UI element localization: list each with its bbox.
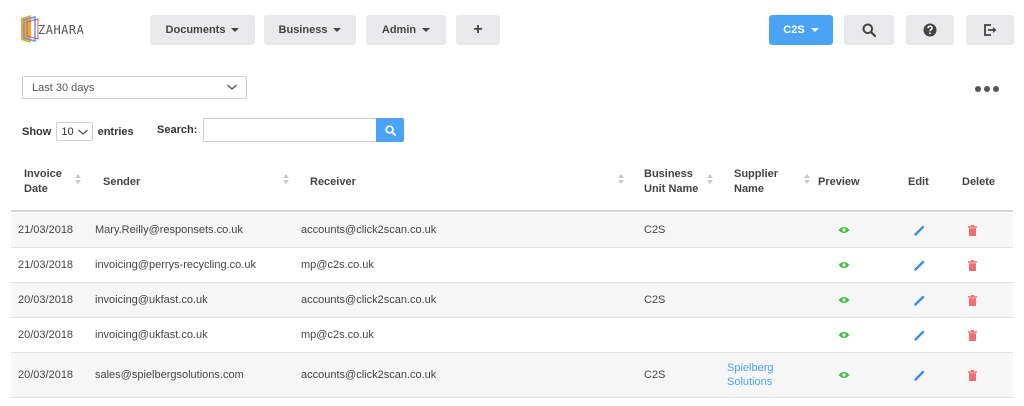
sender-cell: invoicing@ukfast.co.uk — [95, 329, 208, 341]
receiver-cell: mp@c2s.co.uk — [301, 329, 374, 341]
preview-eye-icon[interactable] — [838, 248, 850, 282]
invoice-date-cell: 21/03/2018 — [18, 224, 74, 236]
chevron-down-icon — [77, 129, 88, 135]
search-input[interactable] — [203, 118, 377, 142]
delete-trash-icon[interactable] — [968, 283, 977, 317]
search-button[interactable] — [376, 118, 404, 142]
column-header-delete: Delete — [962, 175, 996, 188]
entries-select[interactable]: 10 — [56, 122, 93, 141]
documents-menu-label: Documents — [165, 24, 226, 36]
admin-menu-label: Admin — [381, 24, 417, 36]
admin-menu-button[interactable]: Admin — [366, 15, 446, 45]
search-nav-button[interactable] — [844, 15, 894, 45]
receiver-cell: mp@c2s.co.uk — [301, 259, 374, 271]
table-row[interactable]: 21/03/2018 Mary.Reilly@responsets.co.uk … — [11, 213, 1013, 248]
add-button[interactable]: + — [456, 15, 500, 45]
logo-mark-icon — [21, 15, 39, 43]
business-unit-cell: C2S — [644, 224, 666, 236]
sender-cell: Mary.Reilly@responsets.co.uk — [95, 224, 243, 236]
zahara-logo[interactable]: ZAHARA — [18, 14, 98, 48]
search-label: Search: — [157, 124, 198, 136]
business-menu-button[interactable]: Business — [264, 15, 356, 45]
delete-trash-icon[interactable] — [968, 213, 977, 247]
column-header-receiver[interactable]: Receiver — [310, 152, 410, 212]
edit-pencil-icon[interactable] — [914, 283, 925, 317]
search-icon — [862, 23, 876, 37]
top-navbar: ZAHARA Documents Business Admin + C2S — [0, 0, 1024, 62]
receiver-cell: accounts@click2scan.co.uk — [301, 224, 437, 236]
delete-trash-icon[interactable] — [968, 248, 977, 282]
documents-menu-button[interactable]: Documents — [150, 15, 255, 45]
receiver-cell: accounts@click2scan.co.uk — [301, 294, 437, 306]
sender-cell: invoicing@perrys-recycling.co.uk — [95, 259, 256, 271]
column-header-business-unit[interactable]: Business Unit Name — [644, 152, 699, 212]
delete-trash-icon[interactable] — [968, 353, 977, 397]
caret-down-icon — [422, 28, 431, 32]
column-header-preview: Preview — [818, 175, 860, 188]
edit-pencil-icon[interactable] — [914, 213, 925, 247]
question-circle-icon — [923, 23, 937, 37]
plus-icon: + — [473, 21, 483, 38]
table-row[interactable]: 20/03/2018 sales@spielbergsolutions.com … — [11, 353, 1013, 398]
show-label: Show — [22, 125, 52, 138]
invoice-date-cell: 21/03/2018 — [18, 259, 74, 271]
preview-eye-icon[interactable] — [838, 353, 850, 397]
column-header-edit: Edit — [908, 175, 929, 188]
preview-eye-icon[interactable] — [838, 318, 850, 352]
column-header-supplier[interactable]: Supplier Name — [734, 152, 789, 212]
page-length-control: Show 10 entries — [22, 122, 134, 141]
company-selector-label: C2S — [783, 24, 805, 36]
caret-down-icon — [333, 28, 342, 32]
business-menu-label: Business — [278, 24, 328, 36]
table-row[interactable]: 20/03/2018 invoicing@ukfast.co.uk mp@c2s… — [11, 318, 1013, 353]
supplier-cell[interactable]: Spielberg Solutions — [727, 353, 797, 397]
logout-button[interactable] — [966, 15, 1014, 45]
business-unit-cell: C2S — [644, 369, 666, 381]
company-selector-button[interactable]: C2S — [769, 15, 833, 45]
entries-select-value: 10 — [61, 125, 74, 138]
search-icon — [384, 124, 396, 136]
sender-cell: sales@spielbergsolutions.com — [95, 369, 244, 381]
supplier-cell[interactable] — [727, 318, 797, 352]
invoice-date-cell: 20/03/2018 — [18, 369, 74, 381]
more-options-icon[interactable] — [975, 86, 999, 92]
date-range-select[interactable]: Last 30 days — [22, 76, 247, 99]
logo-text: ZAHARA — [38, 23, 85, 37]
supplier-cell[interactable] — [727, 213, 797, 247]
edit-pencil-icon[interactable] — [914, 318, 925, 352]
table-header: Invoice Date Sender Receiver Business Un… — [11, 152, 1013, 212]
caret-down-icon — [810, 28, 819, 32]
preview-eye-icon[interactable] — [838, 213, 850, 247]
sender-cell: invoicing@ukfast.co.uk — [95, 294, 208, 306]
entries-label: entries — [97, 125, 134, 138]
edit-pencil-icon[interactable] — [914, 353, 925, 397]
table-row[interactable]: 20/03/2018 invoicing@ukfast.co.uk accoun… — [11, 283, 1013, 318]
delete-trash-icon[interactable] — [968, 318, 977, 352]
supplier-cell[interactable] — [727, 248, 797, 282]
invoice-date-cell: 20/03/2018 — [18, 294, 74, 306]
business-unit-cell: C2S — [644, 294, 666, 306]
column-header-sender[interactable]: Sender — [103, 152, 203, 212]
supplier-cell[interactable] — [727, 283, 797, 317]
receiver-cell: accounts@click2scan.co.uk — [301, 369, 437, 381]
logout-icon — [984, 24, 997, 36]
edit-pencil-icon[interactable] — [914, 248, 925, 282]
help-button[interactable] — [906, 15, 954, 45]
preview-eye-icon[interactable] — [838, 283, 850, 317]
date-range-value: Last 30 days — [32, 81, 95, 94]
caret-down-icon — [231, 28, 240, 32]
column-header-invoice-date[interactable]: Invoice Date — [24, 152, 69, 212]
invoice-date-cell: 20/03/2018 — [18, 329, 74, 341]
chevron-down-icon — [227, 84, 237, 90]
table-row[interactable]: 21/03/2018 invoicing@perrys-recycling.co… — [11, 248, 1013, 283]
